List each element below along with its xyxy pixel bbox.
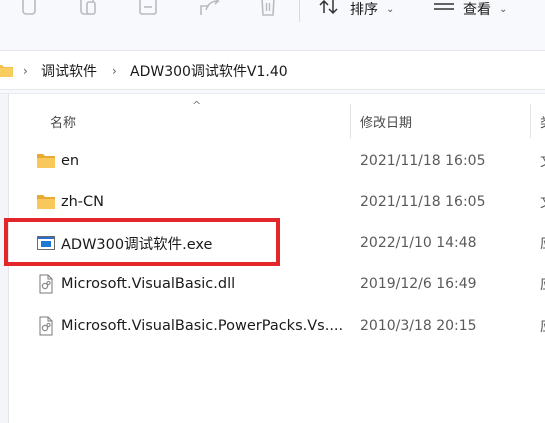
file-name: ADW300调试软件.exe	[61, 236, 213, 253]
modified-date: 2022/1/10 14:48	[360, 235, 477, 251]
chevron-down-icon: ⌄	[386, 3, 395, 15]
sort-label: 排序	[350, 2, 378, 18]
file-name: zh-CN	[61, 194, 105, 210]
sort-icon	[318, 0, 340, 22]
file-row[interactable]: zh-CN 2021/11/18 16:05 文	[28, 182, 545, 222]
file-row[interactable]: en 2021/11/18 16:05 文	[28, 141, 545, 181]
chevron-right-icon: ›	[112, 64, 117, 78]
delete-icon[interactable]	[258, 0, 278, 22]
modified-date: 2021/11/18 16:05	[360, 194, 486, 210]
dll-file-icon	[36, 316, 56, 336]
chevron-right-icon: ›	[23, 64, 28, 78]
file-name: Microsoft.VisualBasic.dll	[61, 276, 236, 292]
column-header-date[interactable]: 修改日期	[360, 106, 412, 136]
sort-button[interactable]: 排序 ⌄	[350, 0, 394, 18]
file-row[interactable]: Microsoft.VisualBasic.PowerPacks.Vs.... …	[28, 306, 545, 346]
modified-date: 2021/11/18 16:05	[360, 153, 486, 169]
share-icon[interactable]	[198, 0, 222, 22]
folder-icon	[0, 63, 14, 83]
address-bar-area: › 调试软件 › ADW300调试软件V1.40	[0, 38, 545, 94]
command-bar: 排序 ⌄ 查看 ⌄	[0, 0, 545, 38]
breadcrumb-item-current[interactable]: ADW300调试软件V1.40	[130, 51, 288, 91]
file-type: 文	[540, 182, 545, 222]
column-divider[interactable]	[350, 104, 351, 138]
modified-date: 2019/12/6 16:49	[360, 276, 477, 292]
address-bar[interactable]: › 调试软件 › ADW300调试软件V1.40	[0, 50, 545, 90]
toolbar-divider	[299, 0, 300, 22]
file-type: 文	[540, 141, 545, 181]
rename-icon[interactable]	[137, 0, 161, 22]
view-icon	[432, 0, 456, 22]
breadcrumb-item[interactable]: 调试软件	[41, 51, 97, 91]
folder-icon	[36, 151, 56, 171]
modified-date: 2010/3/18 20:15	[360, 318, 477, 334]
application-icon	[36, 233, 56, 253]
file-row[interactable]: ADW300调试软件.exe 2022/1/10 14:48 应	[28, 223, 545, 263]
file-type: 应	[540, 264, 545, 304]
sort-ascending-icon: ^	[192, 99, 202, 112]
file-type: 应	[540, 306, 545, 346]
column-header-name[interactable]: 名称	[50, 106, 76, 136]
folder-icon	[36, 192, 56, 212]
navigation-pane-edge	[0, 94, 9, 423]
chevron-down-icon: ⌄	[499, 3, 508, 15]
paste-icon[interactable]	[78, 0, 100, 22]
view-label: 查看	[463, 2, 491, 18]
view-button[interactable]: 查看 ⌄	[463, 0, 507, 18]
column-header-type[interactable]: 类	[540, 106, 545, 136]
file-row[interactable]: Microsoft.VisualBasic.dll 2019/12/6 16:4…	[28, 264, 545, 304]
file-name: Microsoft.VisualBasic.PowerPacks.Vs....	[61, 318, 344, 334]
copy-icon[interactable]	[20, 0, 40, 22]
dll-file-icon	[36, 274, 56, 294]
column-divider[interactable]	[530, 104, 531, 138]
file-type: 应	[540, 223, 545, 263]
file-name: en	[61, 153, 80, 169]
